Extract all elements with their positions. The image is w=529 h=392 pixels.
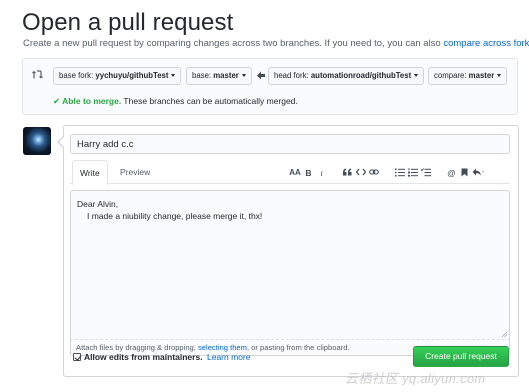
attach-text-1: Attach files by dragging & dropping,: [76, 343, 198, 352]
caret-down-icon: [171, 74, 176, 78]
head-fork-value: automationroad/githubTest: [310, 71, 412, 80]
code-icon[interactable]: [354, 167, 367, 179]
compare-across-forks-link[interactable]: compare across forks.: [443, 38, 529, 49]
select-files-link[interactable]: selecting them: [198, 343, 247, 352]
attach-text-2: , or pasting from the clipboard.: [246, 343, 350, 352]
merge-status: ✔ Able to merge. These branches can be a…: [53, 96, 298, 107]
tab-write[interactable]: Write: [72, 160, 108, 185]
mention-icon[interactable]: @: [445, 167, 458, 179]
caret-down-icon: [497, 74, 502, 78]
head-fork-prefix: head fork:: [274, 71, 311, 80]
body-line-1: Dear Alvin,: [77, 199, 119, 209]
header-icon[interactable]: AA: [288, 167, 302, 179]
task-list-icon[interactable]: [419, 167, 432, 179]
compare-prefix: compare:: [434, 71, 469, 80]
quote-icon[interactable]: [341, 167, 354, 179]
base-prefix: base:: [192, 71, 214, 80]
branch-compare-box: base fork: yychuyu/githubTest base: mast…: [22, 58, 518, 115]
tab-preview[interactable]: Preview: [113, 160, 157, 184]
page-title: Open a pull request: [22, 9, 234, 36]
resize-grip-icon[interactable]: [501, 331, 507, 337]
allow-edits-label: Allow edits from maintainers.: [84, 352, 203, 362]
page-subtitle: Create a new pull request by comparing c…: [23, 38, 529, 49]
base-branch-select[interactable]: base: master: [186, 67, 252, 85]
caret-down-icon: [241, 74, 246, 78]
allow-edits-label-text: Allow edits from maintainers.: [84, 352, 203, 362]
base-value: master: [213, 71, 239, 80]
base-fork-value: yychuyu/githubTest: [95, 71, 169, 80]
arrow-left-icon: [257, 71, 265, 80]
pull-request-form: Write Preview AA B i @ Dear Alvin, I made…: [57, 125, 519, 377]
ordered-list-icon[interactable]: [406, 167, 419, 179]
merge-status-ok: ✔ Able to merge.: [53, 96, 122, 106]
allow-edits-checkbox[interactable]: [73, 353, 81, 361]
bookmark-icon[interactable]: [458, 167, 471, 179]
bold-icon[interactable]: B: [302, 167, 315, 179]
create-pull-request-button[interactable]: Create pull request: [413, 346, 509, 367]
italic-icon[interactable]: i: [315, 167, 328, 179]
subtitle-text: Create a new pull request by comparing c…: [23, 38, 444, 49]
reply-icon[interactable]: [471, 167, 484, 179]
watermark: 云栖社区 yq.aliyun.com: [345, 371, 486, 386]
unordered-list-icon[interactable]: [393, 167, 406, 179]
base-fork-prefix: base fork:: [59, 71, 96, 80]
merge-status-text: These branches can be automatically merg…: [121, 96, 298, 106]
caret-down-icon: [414, 74, 419, 78]
pr-body-textarea[interactable]: Dear Alvin, I made a niubility change, pl…: [70, 190, 510, 340]
pr-title-input[interactable]: [70, 134, 510, 154]
base-fork-select[interactable]: base fork: yychuyu/githubTest: [53, 67, 182, 85]
head-fork-select[interactable]: head fork: automationroad/githubTest: [268, 67, 425, 85]
body-line-2: I made a niubility change, please merge …: [87, 211, 263, 221]
link-icon[interactable]: [367, 167, 380, 179]
learn-more-link[interactable]: Learn more: [207, 352, 250, 362]
markdown-toolbar: AA B i @: [288, 166, 484, 180]
avatar: [23, 127, 51, 155]
compare-branch-select[interactable]: compare: master: [428, 67, 508, 85]
compare-icon: [32, 70, 43, 79]
compare-value: master: [468, 71, 495, 80]
